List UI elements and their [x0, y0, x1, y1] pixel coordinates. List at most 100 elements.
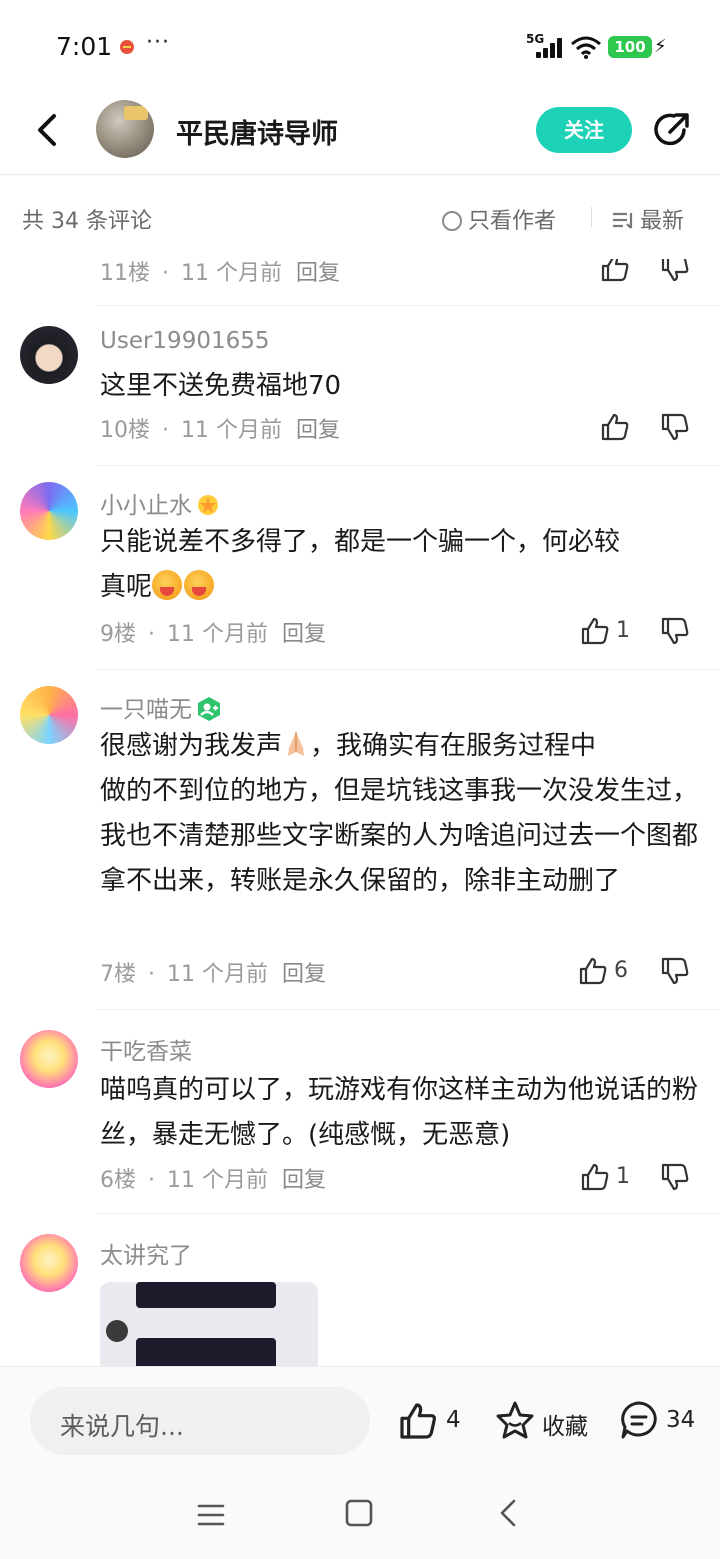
favorite-label[interactable]: 收藏 — [542, 1407, 588, 1441]
comment-item: 小小止水 只能说差不多得了，都是一个骗一个，何必较 真呢 9楼 · 11 个月前 回复… — [0, 466, 720, 670]
menu-icon[interactable] — [196, 1500, 226, 1530]
thumbs-up-icon[interactable] — [580, 616, 610, 646]
thumbs-up-icon[interactable] — [580, 1162, 610, 1192]
author-name[interactable]: 平民唐诗导师 — [176, 112, 338, 151]
reply-button[interactable]: 回复 — [282, 1168, 326, 1193]
comment-text: 只能说差不多得了，都是一个骗一个，何必较 真呢 — [100, 520, 700, 610]
comment-meta: 6楼 · 11 个月前 回复 — [100, 1168, 327, 1193]
comment-item: User19901655 这里不送免费福地70 10楼 · 11 个月前 回复 — [0, 306, 720, 466]
comment-text-part: 真呢 — [100, 572, 153, 602]
comment-time: 11 个月前 — [181, 261, 282, 286]
comment-input[interactable]: 来说几句... — [30, 1387, 370, 1455]
status-time: 7:01 — [56, 32, 113, 61]
comment-text-part: ，我确实有在服务过程中 — [310, 731, 597, 761]
comment-bubble-icon[interactable] — [618, 1399, 660, 1441]
tongue-emoji-icon — [152, 570, 183, 600]
comment-actions: 1 — [580, 1162, 690, 1194]
thumbs-down-icon[interactable] — [660, 956, 690, 986]
user-avatar[interactable] — [20, 1030, 78, 1088]
reply-button[interactable]: 回复 — [282, 622, 326, 647]
thumbs-down-icon[interactable] — [660, 1162, 690, 1192]
comment-meta: 7楼 · 11 个月前 回复 — [100, 962, 327, 987]
comment-feed[interactable]: 11楼 · 11 个月前 回复 User19901655 这里不送免费福地70 10楼… — [0, 259, 720, 1366]
comment-actions — [600, 259, 690, 285]
status-bar: 7:01 ··· 5G 100 ⚡ — [0, 0, 720, 96]
comment-username[interactable]: 一只喵无 — [100, 690, 222, 724]
chat-bubble-shape — [136, 1338, 276, 1366]
toolbar-separator — [591, 207, 592, 227]
reply-button[interactable]: 回复 — [296, 261, 340, 286]
thumbs-down-icon[interactable] — [660, 412, 690, 442]
comment-text-part: 很感谢为我发声 — [100, 731, 283, 761]
post-comment-count: 34 — [666, 1407, 696, 1433]
battery-icon: 100 — [608, 36, 652, 58]
post-like-count: 4 — [446, 1407, 461, 1433]
comment-time: 11 个月前 — [167, 1168, 268, 1193]
comment-actions: 6 — [578, 956, 690, 988]
user-avatar[interactable] — [20, 482, 78, 540]
tongue-emoji-icon — [184, 570, 215, 600]
reply-button[interactable]: 回复 — [296, 418, 340, 443]
medal-badge-icon — [198, 495, 218, 515]
follow-button[interactable]: 关注 — [536, 107, 632, 153]
notification-icon — [120, 40, 134, 54]
comment-floor: 6楼 — [100, 1168, 136, 1193]
chat-bubble-shape — [136, 1282, 276, 1308]
comment-text-line: 很感谢为我发声 ，我确实有在服务过程中 — [100, 724, 700, 769]
comment-item: 一只喵无 很感谢为我发声 ，我确实有在服务过程中 做的不到位的地方，但是坑钱这事我… — [0, 670, 720, 1010]
comment-item: 11楼 · 11 个月前 回复 — [0, 259, 720, 307]
comment-actions — [600, 412, 690, 444]
comment-count: 共 34 条评论 — [22, 209, 152, 234]
user-avatar[interactable] — [20, 1234, 78, 1292]
comment-meta: 10楼 · 11 个月前 回复 — [100, 418, 341, 443]
thumbs-up-icon[interactable] — [578, 956, 608, 986]
comment-actions: 1 — [580, 616, 690, 648]
share-icon[interactable] — [652, 110, 692, 150]
comment-item: 太讲究了 — [0, 1214, 720, 1366]
charging-icon: ⚡ — [654, 36, 667, 57]
user-avatar[interactable] — [20, 326, 78, 384]
author-only-toggle[interactable]: 只看作者 — [442, 203, 556, 235]
creator-badge-icon — [198, 697, 220, 721]
comment-meta: 11楼 · 11 个月前 回复 — [100, 261, 341, 286]
comment-floor: 9楼 — [100, 622, 136, 647]
sort-button[interactable]: 最新 — [612, 203, 684, 235]
comment-floor: 7楼 — [100, 962, 136, 987]
comment-time: 11 个月前 — [167, 962, 268, 987]
system-nav-bar — [0, 1476, 720, 1559]
comment-text: 喵呜真的可以了，玩游戏有你这样主动为他说话的粉丝，暴走无憾了。(纯感慨，无恶意) — [100, 1075, 699, 1150]
thumbs-up-icon[interactable] — [398, 1401, 438, 1441]
back-arrow-icon[interactable] — [28, 110, 68, 150]
comment-input-placeholder: 来说几句... — [60, 1412, 184, 1441]
more-notifications-icon: ··· — [146, 30, 170, 55]
comment-text-line: 只能说差不多得了，都是一个骗一个，何必较 — [100, 527, 621, 557]
home-square-icon[interactable] — [344, 1498, 374, 1528]
comment-text: 这里不送免费福地70 — [100, 371, 342, 401]
comment-time: 11 个月前 — [167, 622, 268, 647]
like-count: 6 — [614, 958, 628, 983]
star-icon[interactable] — [494, 1399, 536, 1441]
nav-back-icon[interactable] — [494, 1498, 524, 1528]
comments-toolbar: 共 34 条评论 只看作者 最新 — [0, 175, 720, 259]
comment-text-line: 真呢 — [100, 565, 700, 610]
comment-username[interactable]: 小小止水 — [100, 486, 220, 520]
comment-username[interactable]: 干吃香菜 — [100, 1032, 192, 1066]
thumbs-up-icon[interactable] — [600, 259, 630, 283]
praying-hands-emoji-icon — [288, 732, 305, 756]
comment-image[interactable] — [100, 1282, 318, 1366]
thumbs-down-icon[interactable] — [660, 259, 690, 283]
reply-button[interactable]: 回复 — [282, 962, 326, 987]
comment-floor: 11楼 — [100, 261, 150, 286]
comment-username[interactable]: 太讲究了 — [100, 1236, 192, 1270]
comment-text-rest: 做的不到位的地方，但是坑钱这事我一次没发生过，我也不清楚那些文字断案的人为啥追问… — [100, 776, 699, 896]
user-avatar[interactable] — [20, 686, 78, 744]
comment-meta: 9楼 · 11 个月前 回复 — [100, 622, 327, 647]
author-avatar[interactable] — [96, 100, 154, 158]
sort-label: 最新 — [640, 209, 685, 234]
comment-username[interactable]: User19901655 — [100, 328, 270, 354]
thumbs-down-icon[interactable] — [660, 616, 690, 646]
chat-avatar-shape — [106, 1320, 128, 1342]
radio-circle-icon — [442, 211, 462, 231]
comment-floor: 10楼 — [100, 418, 150, 443]
thumbs-up-icon[interactable] — [600, 412, 630, 442]
